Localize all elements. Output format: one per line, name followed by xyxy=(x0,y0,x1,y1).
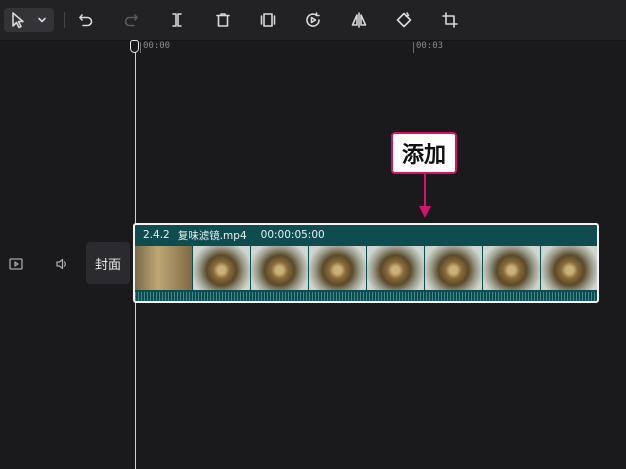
delete-icon xyxy=(216,13,230,27)
rotate-button[interactable] xyxy=(391,8,417,32)
cover-button[interactable]: 封面 xyxy=(86,242,130,284)
crop-button[interactable] xyxy=(437,8,463,32)
playhead-handle[interactable] xyxy=(130,40,139,53)
audio-waveform xyxy=(135,292,597,301)
delete-button[interactable] xyxy=(210,8,236,32)
clip-thumbnail xyxy=(193,246,250,290)
track-video-toggle[interactable] xyxy=(8,256,24,275)
timeline-toolbar xyxy=(0,0,626,41)
clip-thumbnail xyxy=(483,246,540,290)
mirror-icon xyxy=(351,12,367,28)
chevron-down-icon xyxy=(38,17,46,23)
add-callout-label: 添加 xyxy=(391,132,457,174)
split-button[interactable] xyxy=(164,8,190,32)
ruler-time-start: 00:00 xyxy=(143,41,171,51)
rotate-icon xyxy=(396,12,412,28)
callout-arrow-head xyxy=(419,206,431,218)
reverse-play-icon xyxy=(306,12,320,27)
toolbar-divider xyxy=(64,12,65,28)
clip-thumbnail xyxy=(367,246,424,290)
timeline-ruler[interactable]: 00:00 00:03 xyxy=(0,41,626,55)
clip-thumbnail xyxy=(135,246,192,290)
freeze-frame-button[interactable] xyxy=(255,8,281,32)
clip-filename: 复味滤镜.mp4 xyxy=(177,229,247,242)
ruler-time-mid: 00:03 xyxy=(416,41,444,51)
undo-button[interactable] xyxy=(73,8,99,32)
video-track-icon xyxy=(9,258,23,270)
track-audio-toggle[interactable] xyxy=(54,256,70,275)
ruler-tick xyxy=(140,42,141,53)
redo-icon xyxy=(124,14,138,27)
split-icon xyxy=(172,13,182,27)
clip-thumbnail xyxy=(309,246,366,290)
clip-duration: 00:00:05:00 xyxy=(260,229,325,241)
freeze-frame-icon xyxy=(260,13,276,27)
crop-icon xyxy=(442,12,458,28)
clip-header: 2.4.2 复味滤镜.mp4 00:00:05:00 xyxy=(143,227,325,243)
clip-thumbnail xyxy=(251,246,308,290)
callout-arrow-line xyxy=(424,174,426,210)
mirror-button[interactable] xyxy=(346,8,372,32)
clip-thumbnail xyxy=(541,246,597,290)
ruler-tick xyxy=(413,42,414,53)
speaker-icon xyxy=(56,258,66,270)
select-tool-dropdown[interactable] xyxy=(4,8,54,32)
reverse-play-button[interactable] xyxy=(300,8,326,32)
clip-thumbnail xyxy=(425,246,482,290)
video-clip[interactable]: 2.4.2 复味滤镜.mp4 00:00:05:00 xyxy=(133,223,599,303)
undo-icon xyxy=(79,14,93,27)
select-arrow-icon xyxy=(12,12,24,29)
clip-version: 2.4.2 xyxy=(143,229,170,241)
redo-button[interactable] xyxy=(118,8,144,32)
clip-thumbnails xyxy=(135,246,597,290)
